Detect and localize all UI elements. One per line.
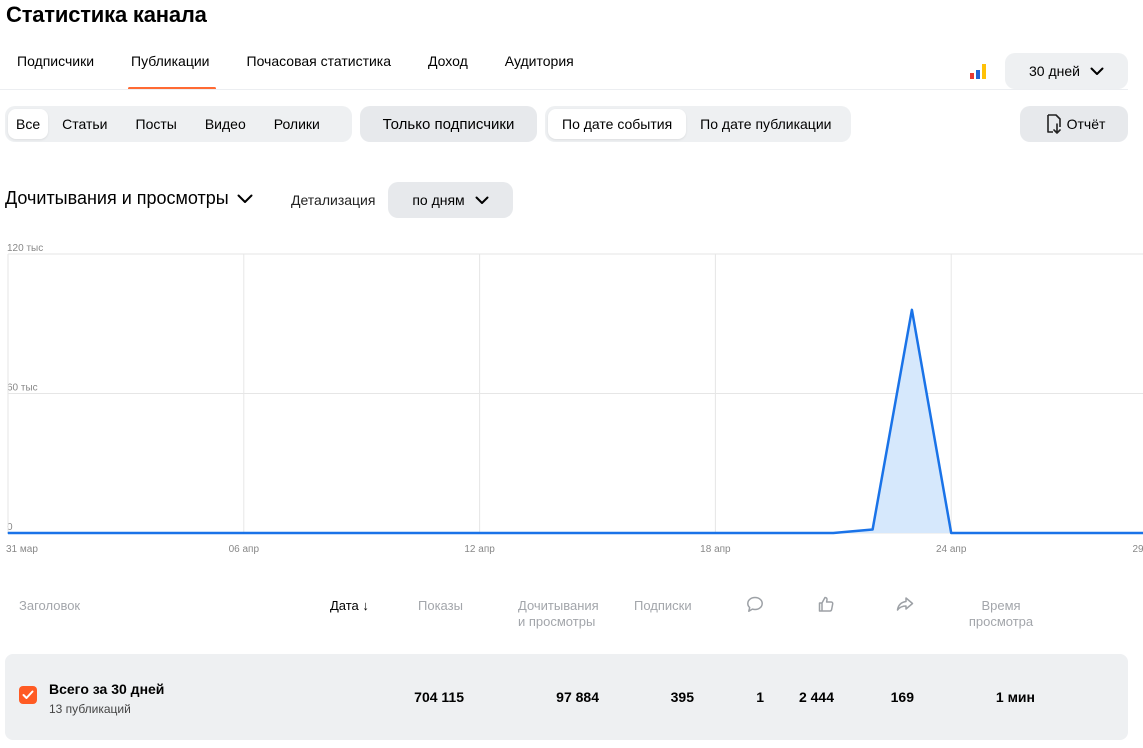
x-tick-label: 06 апр [229,544,260,555]
x-tick-label: 31 мар [6,544,38,555]
col-header-reads-line1: Дочитывания [518,598,599,613]
data-point [282,532,284,534]
by-event-date[interactable]: По дате события [548,109,687,139]
col-header-view-time[interactable]: Время просмотра [968,598,1034,630]
x-tick-label: 24 апр [936,544,967,555]
metric-dropdown[interactable]: Дочитывания и просмотры [5,188,253,209]
y-tick-label: 120 тыс [7,243,43,254]
page-title: Статистика канала [6,2,207,27]
tab-subscribers[interactable]: Подписчики [0,42,114,90]
col-header-subscriptions[interactable]: Подписки [634,598,692,614]
data-point [793,532,795,534]
data-point [911,309,913,311]
chevron-down-icon [1090,67,1104,75]
data-point [1107,532,1109,534]
total-impressions: 704 115 [414,689,464,705]
data-point [518,532,520,534]
data-point [86,532,88,534]
tab-hourly-stats[interactable]: Почасовая статистика [230,42,412,90]
period-dropdown[interactable]: 30 дней [1005,53,1128,89]
total-likes: 2 444 [798,689,834,705]
col-header-impressions[interactable]: Показы [418,598,463,614]
x-tick-label: 29 апр [1132,544,1143,555]
total-row-subtitle: 13 публикаций [49,702,131,716]
table-row-total[interactable]: Всего за 30 дней 13 публикаций 704 115 9… [5,654,1128,740]
date-mode-filter: По дате события По дате публикации [545,106,851,142]
chevron-down-icon [237,194,253,203]
data-point [1068,532,1070,534]
data-point [125,532,127,534]
data-point [636,532,638,534]
filter-shorts[interactable]: Ролики [260,109,334,139]
tab-audience[interactable]: Аудитория [488,42,594,90]
filter-articles[interactable]: Статьи [48,109,121,139]
data-point [321,532,323,534]
data-point [361,532,363,534]
filter-posts[interactable]: Посты [122,109,191,139]
data-point [400,532,402,534]
filter-all[interactable]: Все [8,109,49,139]
col-header-reads[interactable]: Дочитывания и просмотры [518,598,599,630]
col-header-date[interactable]: Дата ↓ [330,598,369,614]
comment-icon[interactable] [746,596,764,613]
total-subscriptions: 395 [670,689,694,705]
data-point [203,532,206,534]
data-point [754,532,756,534]
subscribers-only-toggle[interactable]: Только подписчики [360,106,537,142]
data-point [46,532,48,534]
data-point [557,532,559,534]
detail-dropdown[interactable]: по дням [388,182,513,218]
col-header-reads-line2: и просмотры [518,614,596,629]
y-tick-label: 60 тыс [7,383,38,394]
data-point [714,532,717,534]
col-header-time-line2: просмотра [968,614,1034,629]
col-header-time-line1: Время [981,598,1021,613]
share-icon[interactable] [896,596,914,612]
total-reads: 97 884 [556,689,599,705]
x-tick-label: 12 апр [464,544,495,555]
filter-videos[interactable]: Видео [191,109,260,139]
detail-value: по дням [412,192,465,208]
report-button[interactable]: Отчёт [1020,106,1128,142]
data-point [989,532,992,534]
by-publication-date[interactable]: По дате публикации [686,109,845,139]
total-checkbox[interactable] [19,686,37,704]
data-point [243,532,245,534]
data-point [1029,532,1031,534]
report-icon [1046,114,1061,134]
data-point [950,532,952,534]
bar-chart-icon[interactable] [969,62,989,80]
data-point [7,532,9,534]
data-point [439,532,441,534]
data-point [872,528,874,531]
tab-bar: Подписчики Публикации Почасовая статисти… [0,42,594,90]
data-point [832,532,834,534]
col-header-title[interactable]: Заголовок [19,598,80,614]
total-view-time: 1 мин [995,689,1035,705]
detail-label: Детализация [291,192,376,208]
views-chart: 060 тыс120 тыс31 мар 06 апр 12 апр 18 апр 24… [6,243,1143,555]
total-comments: 1 [756,689,764,705]
checkmark-icon [22,690,34,699]
tabs-divider [0,89,1128,90]
data-point [596,532,599,534]
data-point [479,532,481,534]
thumbs-up-icon[interactable] [817,595,835,613]
series-line [8,308,1143,535]
sort-arrow-icon: ↓ [362,598,369,613]
report-label: Отчёт [1066,116,1106,132]
tab-publications[interactable]: Публикации [114,42,229,90]
data-point [164,532,166,534]
total-shares: 169 [890,689,914,705]
chevron-down-icon [475,196,489,204]
tab-income[interactable]: Доход [411,42,488,90]
metric-label: Дочитывания и просмотры [5,188,229,208]
x-tick-label: 18 апр [700,544,731,555]
series-area [8,309,1143,533]
total-row-title: Всего за 30 дней [49,681,165,697]
col-header-date-label: Дата [330,598,359,613]
period-label: 30 дней [1029,63,1080,79]
content-type-filter: Все Статьи Посты Видео Ролики [5,106,352,142]
data-point [675,532,677,534]
